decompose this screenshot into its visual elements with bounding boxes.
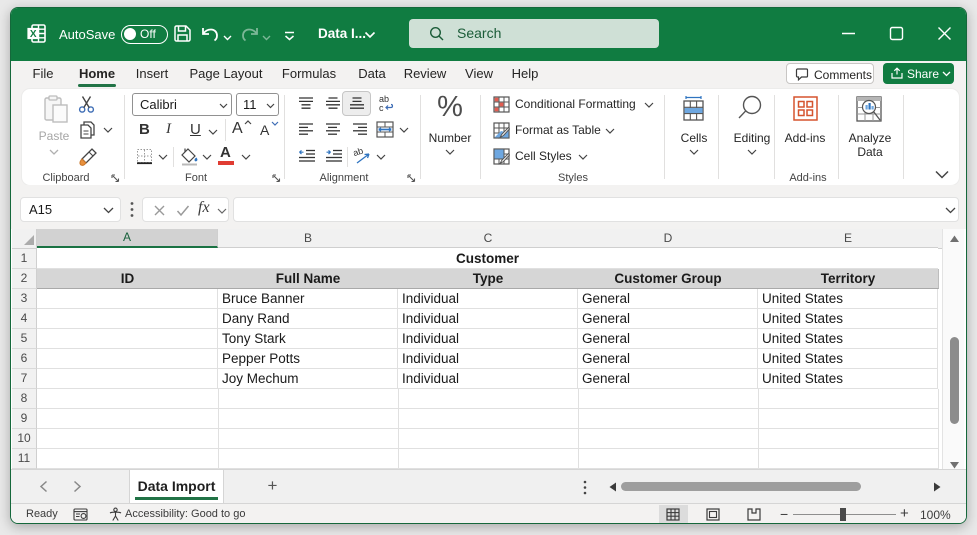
svg-text:ab: ab bbox=[353, 146, 364, 158]
svg-text:X: X bbox=[30, 29, 37, 40]
svg-text:c: c bbox=[379, 103, 384, 113]
